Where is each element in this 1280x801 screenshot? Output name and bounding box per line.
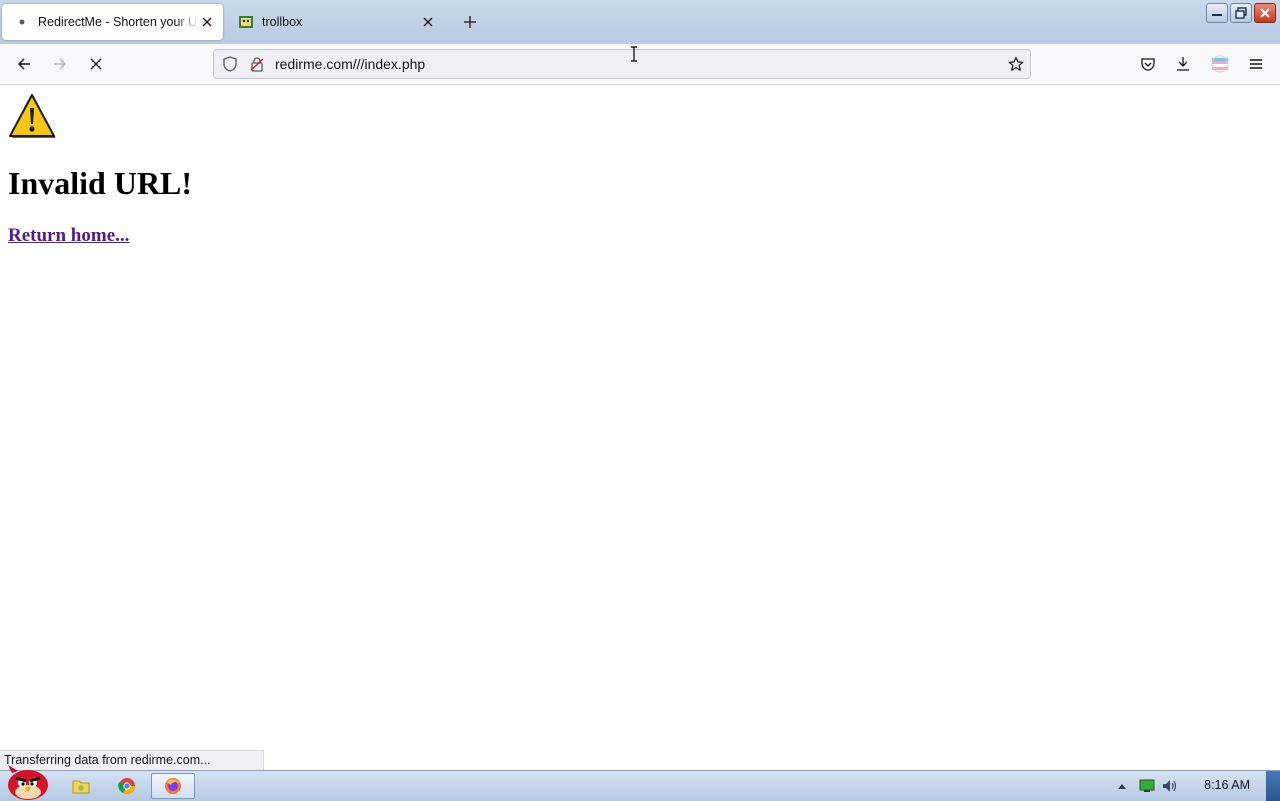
file-explorer-taskbar-button[interactable] [69,773,93,799]
window-controls [1206,3,1276,23]
triangle-up-icon [1118,784,1126,789]
back-arrow-icon [18,58,30,70]
pocket-button[interactable] [1138,54,1158,74]
show-desktop-button[interactable] [1266,771,1280,801]
downloads-button[interactable] [1173,54,1193,74]
text-cursor-icon [630,46,638,65]
restore-icon [1235,7,1247,19]
volume-tray-icon[interactable] [1160,773,1180,799]
bookmark-star-icon[interactable] [1008,56,1024,75]
plus-icon [464,16,476,28]
firefox-icon [165,778,181,794]
firefox-taskbar-button[interactable] [151,773,195,799]
page-heading: Invalid URL! [8,165,193,201]
trollbox-favicon-icon [238,14,254,30]
close-tab-icon[interactable] [420,14,436,30]
account-avatar-icon [1211,55,1229,73]
hamburger-menu-icon [1250,59,1262,69]
stop-icon [90,58,102,70]
minimize-icon [1212,14,1222,16]
taskbar: 8:16 AM [0,765,1280,801]
minimize-button[interactable] [1206,3,1228,23]
tab-title: trollbox [262,15,303,29]
taskbar-clock[interactable]: 8:16 AM [1204,778,1250,792]
address-bar[interactable]: redirme.com///index.php [213,49,1031,79]
download-icon [1177,57,1189,71]
page-content: Invalid URL! Return home... [0,85,1280,750]
tab-trollbox[interactable]: trollbox [226,4,444,40]
warning-icon [8,93,58,146]
account-button[interactable] [1210,54,1230,74]
insecure-lock-icon[interactable] [249,56,265,75]
url-text[interactable]: redirme.com///index.php [275,56,425,72]
new-tab-button[interactable] [460,12,480,32]
forward-button[interactable] [50,54,70,74]
tab-redirectme[interactable]: RedirectMe - Shorten your URLs [2,4,223,40]
close-window-button[interactable] [1254,3,1276,23]
speaker-icon [1163,780,1177,792]
close-tab-icon[interactable] [199,14,215,30]
angry-bird-start-icon [8,765,48,800]
start-button[interactable] [4,763,50,801]
return-home-link[interactable]: Return home... [8,225,129,247]
tab-title: RedirectMe - Shorten your URLs [38,15,199,29]
forward-arrow-icon [54,58,66,70]
chrome-taskbar-button[interactable] [115,773,139,799]
stop-button[interactable] [86,54,106,74]
tracking-protection-shield-icon[interactable] [222,56,238,75]
restore-button[interactable] [1230,3,1252,23]
menu-button[interactable] [1246,54,1266,74]
loading-dot-icon [14,14,30,30]
tab-strip: RedirectMe - Shorten your URLs trollbox [0,0,1280,44]
network-icon [1139,779,1155,792]
network-tray-icon[interactable] [1138,773,1156,799]
pocket-icon [1141,58,1155,71]
close-icon [1260,8,1270,18]
chrome-icon [118,778,135,794]
show-hidden-icons-button[interactable] [1114,773,1130,799]
back-button[interactable] [14,54,34,74]
folder-icon [72,780,90,794]
navigation-toolbar: redirme.com///index.php [0,44,1280,85]
